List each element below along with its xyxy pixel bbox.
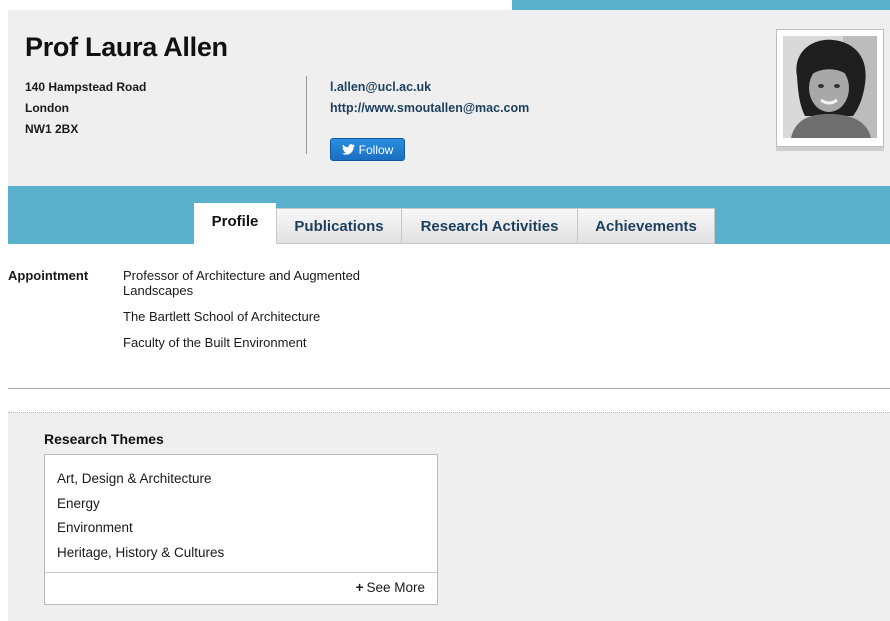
tab-profile[interactable]: Profile (194, 203, 276, 244)
tab-publications[interactable]: Publications (276, 208, 402, 244)
see-more-label: See More (366, 580, 425, 595)
themes-divider (45, 572, 437, 573)
follow-label: Follow (358, 142, 394, 157)
address-line: NW1 2BX (25, 122, 79, 136)
tab-achievements[interactable]: Achievements (577, 208, 715, 244)
research-themes-box: Art, Design & Architecture Energy Enviro… (44, 454, 438, 605)
address-block: 140 Hampstead Road London NW1 2BX (25, 77, 146, 140)
address-line: 140 Hampstead Road (25, 80, 147, 94)
appointment-department: The Bartlett School of Architecture (123, 309, 321, 324)
research-themes-title: Research Themes (44, 431, 164, 447)
section-divider (8, 388, 890, 389)
profile-photo-frame (776, 29, 884, 147)
appointment-details: Professor of Architecture and Augmented … (123, 268, 413, 361)
research-themes-list: Art, Design & Architecture Energy Enviro… (57, 467, 224, 565)
list-item: Art, Design & Architecture (57, 471, 212, 486)
tab-bar: Profile Publications Research Activities… (8, 186, 890, 244)
list-item: Environment (57, 520, 133, 535)
list-item: Energy (57, 495, 100, 511)
vertical-divider (306, 76, 307, 154)
twitter-bird-icon (341, 144, 355, 155)
appointment-title: Professor of Architecture and Augmented … (123, 268, 361, 298)
profile-name: Prof Laura Allen (25, 32, 228, 62)
tab-research-activities[interactable]: Research Activities (401, 208, 578, 244)
see-more-button[interactable]: + See More (356, 580, 425, 595)
email-link[interactable]: l.allen@ucl.ac.uk (330, 77, 529, 98)
plus-icon: + (355, 580, 364, 595)
appointment-label: Appointment (8, 268, 89, 283)
portrait-image (783, 36, 877, 138)
profile-header: Prof Laura Allen 140 Hampstead Road Lond… (8, 10, 890, 186)
list-item: Heritage, History & Cultures (57, 544, 225, 560)
address-line: London (25, 101, 69, 115)
top-accent-strip (512, 0, 890, 10)
appointment-faculty: Faculty of the Built Environment (123, 335, 307, 350)
website-link[interactable]: http://www.smoutallen@mac.com (330, 98, 529, 119)
profile-photo (783, 36, 877, 138)
research-themes-panel: Research Themes Art, Design & Architectu… (8, 413, 890, 621)
twitter-follow-button[interactable]: Follow (330, 138, 405, 161)
contact-block: l.allen@ucl.ac.uk http://www.smoutallen@… (330, 77, 529, 119)
